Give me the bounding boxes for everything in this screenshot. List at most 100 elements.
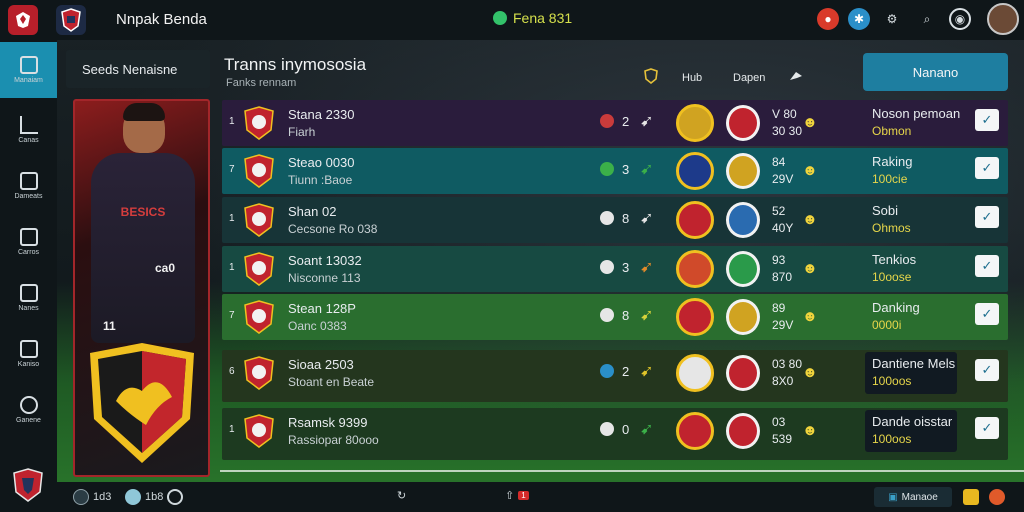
- club-crest-icon: [726, 105, 760, 141]
- sidebar-item-club[interactable]: Nanes: [0, 270, 57, 326]
- notification-icon[interactable]: ●: [817, 8, 839, 30]
- club-crest-icon: [726, 355, 760, 391]
- club-badge-icon: [244, 154, 274, 188]
- top-bar: Nnpak Benda Fena 831 ● ✱ ⚙ ⌕ ◉: [0, 0, 1024, 40]
- row-rank: 7: [229, 164, 235, 175]
- row-stat: Danking: [872, 300, 920, 315]
- row-rank: 1: [229, 116, 235, 127]
- player-jersey: [91, 153, 195, 343]
- status-icon: [600, 260, 614, 274]
- table-row[interactable]: 7 Steao 0030 Tiunn :Baoe 3 ➹ 84 29V ☻ Raking 100c…: [222, 148, 1008, 194]
- sidebar-item-transfers[interactable]: Carros: [0, 214, 57, 270]
- checkbox-icon[interactable]: ✓: [975, 109, 999, 131]
- row-name: Soant 13032: [288, 253, 362, 268]
- row-name: Steao 0030: [288, 155, 355, 170]
- trophy-icon[interactable]: [963, 489, 979, 505]
- row-points: V 80: [772, 107, 797, 121]
- bottom-item-2[interactable]: 1b8: [125, 489, 184, 505]
- smiley-icon: ☻: [802, 114, 818, 131]
- club-crest-icon: [676, 298, 714, 336]
- target-icon[interactable]: ◉: [949, 8, 971, 30]
- row-count: 8: [622, 211, 630, 226]
- status-icon: [600, 162, 614, 176]
- checkbox-icon[interactable]: ✓: [975, 303, 999, 325]
- smiley-icon: ☻: [802, 308, 818, 325]
- ranking-title: Tranns inymososia: [224, 55, 367, 74]
- ranking-action-button[interactable]: Nanano: [863, 53, 1008, 91]
- sidebar-item-squad[interactable]: Manaiam: [0, 42, 57, 98]
- checkbox-icon[interactable]: ✓: [975, 417, 999, 439]
- column-header-hub[interactable]: Hub: [682, 72, 702, 84]
- settings-icon[interactable]: ⚙: [881, 8, 903, 30]
- table-row[interactable]: 1 Shan 02 Cecsone Ro 038 8 ➹ 52 40Y ☻ Sobi Ohmos ✓: [222, 197, 1008, 243]
- sidebar-item-settings[interactable]: Ganene: [0, 382, 57, 438]
- checkbox-icon[interactable]: ✓: [975, 206, 999, 228]
- pitch-line: [220, 470, 1024, 472]
- bottom-item-share[interactable]: ↻: [397, 489, 406, 502]
- status-icon: [600, 308, 614, 322]
- checkbox-icon[interactable]: ✓: [975, 255, 999, 277]
- column-header-dapen[interactable]: Dapen: [733, 72, 765, 84]
- table-row[interactable]: 7 Stean 128P Oanc 0383 8 ➹ 89 29V ☻ Danking 0000i…: [222, 294, 1008, 340]
- smiley-icon: ☻: [802, 364, 818, 381]
- row-rank: 1: [229, 424, 235, 435]
- status-icon: [600, 211, 614, 225]
- club-badge-icon: [244, 252, 274, 286]
- notification-badge: 1: [518, 491, 529, 500]
- club-crest-icon: [726, 153, 760, 189]
- row-stat: Noson pemoan: [872, 106, 961, 121]
- sidebar-item-stats[interactable]: Canas: [0, 102, 57, 158]
- app-logo-icon[interactable]: [8, 5, 38, 35]
- squad-header[interactable]: Seeds Nenaisne: [66, 50, 210, 88]
- sidebar-item-match[interactable]: Dameats: [0, 158, 57, 214]
- club-crest-icon: [676, 201, 714, 239]
- row-points-sub: 8X0: [772, 374, 794, 388]
- stats-icon: [19, 116, 38, 134]
- kick-icon: ➹: [640, 363, 654, 380]
- jersey-sponsor: BESICS: [120, 205, 166, 219]
- row-points-sub: 40Y: [772, 221, 794, 235]
- smiley-icon: ☻: [802, 211, 818, 228]
- row-points: 03: [772, 415, 786, 429]
- kick-icon: ➹: [640, 113, 654, 130]
- settings-icon: [19, 396, 38, 414]
- kick-icon: ➹: [640, 421, 654, 438]
- player-card[interactable]: BESICS 11 ca0: [73, 99, 210, 477]
- row-subtext: Fiarh: [288, 125, 316, 139]
- club-crest-icon: [90, 343, 194, 463]
- checkbox-icon[interactable]: ✓: [975, 157, 999, 179]
- table-row[interactable]: 6 Sioaa 2503 Stoant en Beate 2 ➹ 03 80 8X0 ☻ Dan…: [222, 350, 1008, 402]
- player-hair: [123, 103, 165, 121]
- row-name: Stean 128P: [288, 301, 356, 316]
- player-number: 11: [103, 319, 116, 333]
- row-stat-value: 10oose: [872, 270, 912, 284]
- alert-icon[interactable]: [989, 489, 1005, 505]
- table-row[interactable]: 1 Stana 2330 Fiarh 2 ➹ V 80 30 30 ☻ Noson pemoan…: [222, 100, 1008, 146]
- bottom-item-label: 1d3: [93, 491, 112, 503]
- checkbox-icon[interactable]: ✓: [975, 359, 999, 381]
- sidebar-item-training[interactable]: Kaniso: [0, 326, 57, 382]
- bottom-item-label: 1b8: [145, 491, 164, 503]
- row-stat-value: 100oos: [872, 374, 912, 388]
- coin-icon: [493, 11, 507, 25]
- bottom-item-inbox[interactable]: ⇧ 1: [505, 489, 529, 502]
- bottom-item-1[interactable]: 1d3: [73, 489, 111, 505]
- club-badge-icon: [244, 356, 274, 390]
- profile-avatar[interactable]: [987, 3, 1019, 35]
- manage-button[interactable]: ▣ Manaoe: [874, 487, 952, 507]
- ranking-subtitle: Fanks rennam: [226, 77, 297, 89]
- app-title: Nnpak Benda: [116, 11, 207, 28]
- globe-icon: [125, 489, 141, 505]
- sidebar-item-label: Nanes: [18, 305, 39, 312]
- row-stat-value: 0000i: [872, 318, 902, 332]
- table-row[interactable]: 1 Rsamsk 9399 Rassiopar 80ooo 0 ➹ 03 539 ☻ Dande…: [222, 408, 1008, 460]
- info-icon[interactable]: ✱: [848, 8, 870, 30]
- club-crest-icon: [676, 152, 714, 190]
- transfer-icon: [19, 228, 38, 246]
- search-icon[interactable]: ⌕: [916, 8, 938, 30]
- club-crest-icon[interactable]: [56, 5, 86, 35]
- club-badge-icon: [244, 106, 274, 140]
- club-crest-icon: [676, 104, 714, 142]
- table-row[interactable]: 1 Soant 13032 Nisconne 113 3 ➹ 93 870 ☻ Tenkios 1…: [222, 246, 1008, 292]
- club-crest-icon[interactable]: [12, 468, 44, 502]
